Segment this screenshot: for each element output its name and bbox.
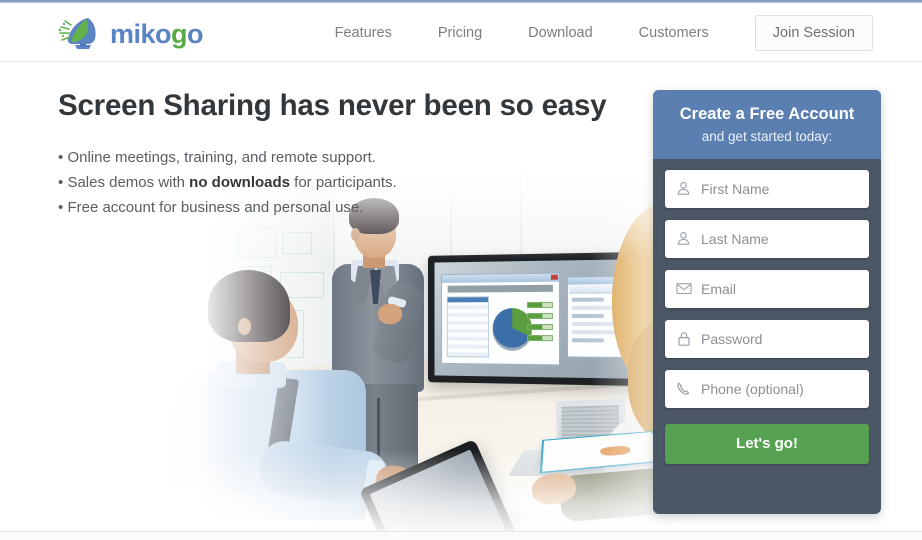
bullet-text: Online meetings, training, and remote su… xyxy=(67,149,376,166)
person-icon xyxy=(675,180,692,197)
phone-field[interactable] xyxy=(665,369,869,408)
feature-bullet-list: • Online meetings, training, and remote … xyxy=(58,145,397,220)
envelope-icon xyxy=(675,280,692,297)
signup-header: Create a Free Account and get started to… xyxy=(653,90,881,159)
page-title: Screen Sharing has never been so easy xyxy=(58,89,607,122)
brand-logo[interactable]: mikogo xyxy=(58,13,204,53)
signup-title: Create a Free Account xyxy=(679,105,855,123)
last-name-input[interactable] xyxy=(701,230,859,247)
bullet-text: Sales demos with xyxy=(67,174,190,191)
leaf-monitor-logo-icon xyxy=(58,15,106,51)
first-name-field[interactable] xyxy=(665,169,869,208)
list-item: • Sales demos with no downloads for part… xyxy=(58,170,397,195)
password-input[interactable] xyxy=(701,330,859,347)
first-name-input[interactable] xyxy=(701,180,859,197)
bullet-marker: • xyxy=(58,149,64,166)
email-field[interactable] xyxy=(665,269,869,308)
bullet-marker: • xyxy=(58,174,64,191)
phone-icon xyxy=(675,380,692,397)
bullet-text-bold: no downloads xyxy=(189,174,290,191)
footer-strip xyxy=(0,532,922,540)
list-item: • Online meetings, training, and remote … xyxy=(58,145,397,170)
nav-item-features[interactable]: Features xyxy=(335,25,392,41)
email-input[interactable] xyxy=(701,280,859,297)
bullet-text-tail: for participants. xyxy=(290,174,397,191)
password-field[interactable] xyxy=(665,319,869,358)
bullet-marker: • xyxy=(58,199,64,216)
landing-page: mikogo Features Pricing Download Custome… xyxy=(0,0,922,540)
last-name-field[interactable] xyxy=(665,219,869,258)
signup-panel: Create a Free Account and get started to… xyxy=(653,90,881,514)
person-icon xyxy=(675,230,692,247)
list-item: • Free account for business and personal… xyxy=(58,195,397,220)
bullet-text: Free account for business and personal u… xyxy=(67,199,364,216)
submit-signup-button[interactable]: Let's go! xyxy=(665,423,869,464)
site-header: mikogo Features Pricing Download Custome… xyxy=(0,3,922,62)
signup-subtitle: and get started today: xyxy=(701,128,833,144)
join-session-button[interactable]: Join Session xyxy=(754,14,873,51)
nav-item-download[interactable]: Download xyxy=(528,25,593,41)
nav-item-pricing[interactable]: Pricing xyxy=(438,25,482,41)
phone-input[interactable] xyxy=(701,380,859,397)
lock-icon xyxy=(675,330,692,347)
main-navigation: Features Pricing Download Customers Join… xyxy=(335,3,922,62)
brand-name: mikogo xyxy=(110,18,204,49)
signup-form: Let's go! xyxy=(653,159,881,464)
nav-item-customers[interactable]: Customers xyxy=(639,25,709,41)
